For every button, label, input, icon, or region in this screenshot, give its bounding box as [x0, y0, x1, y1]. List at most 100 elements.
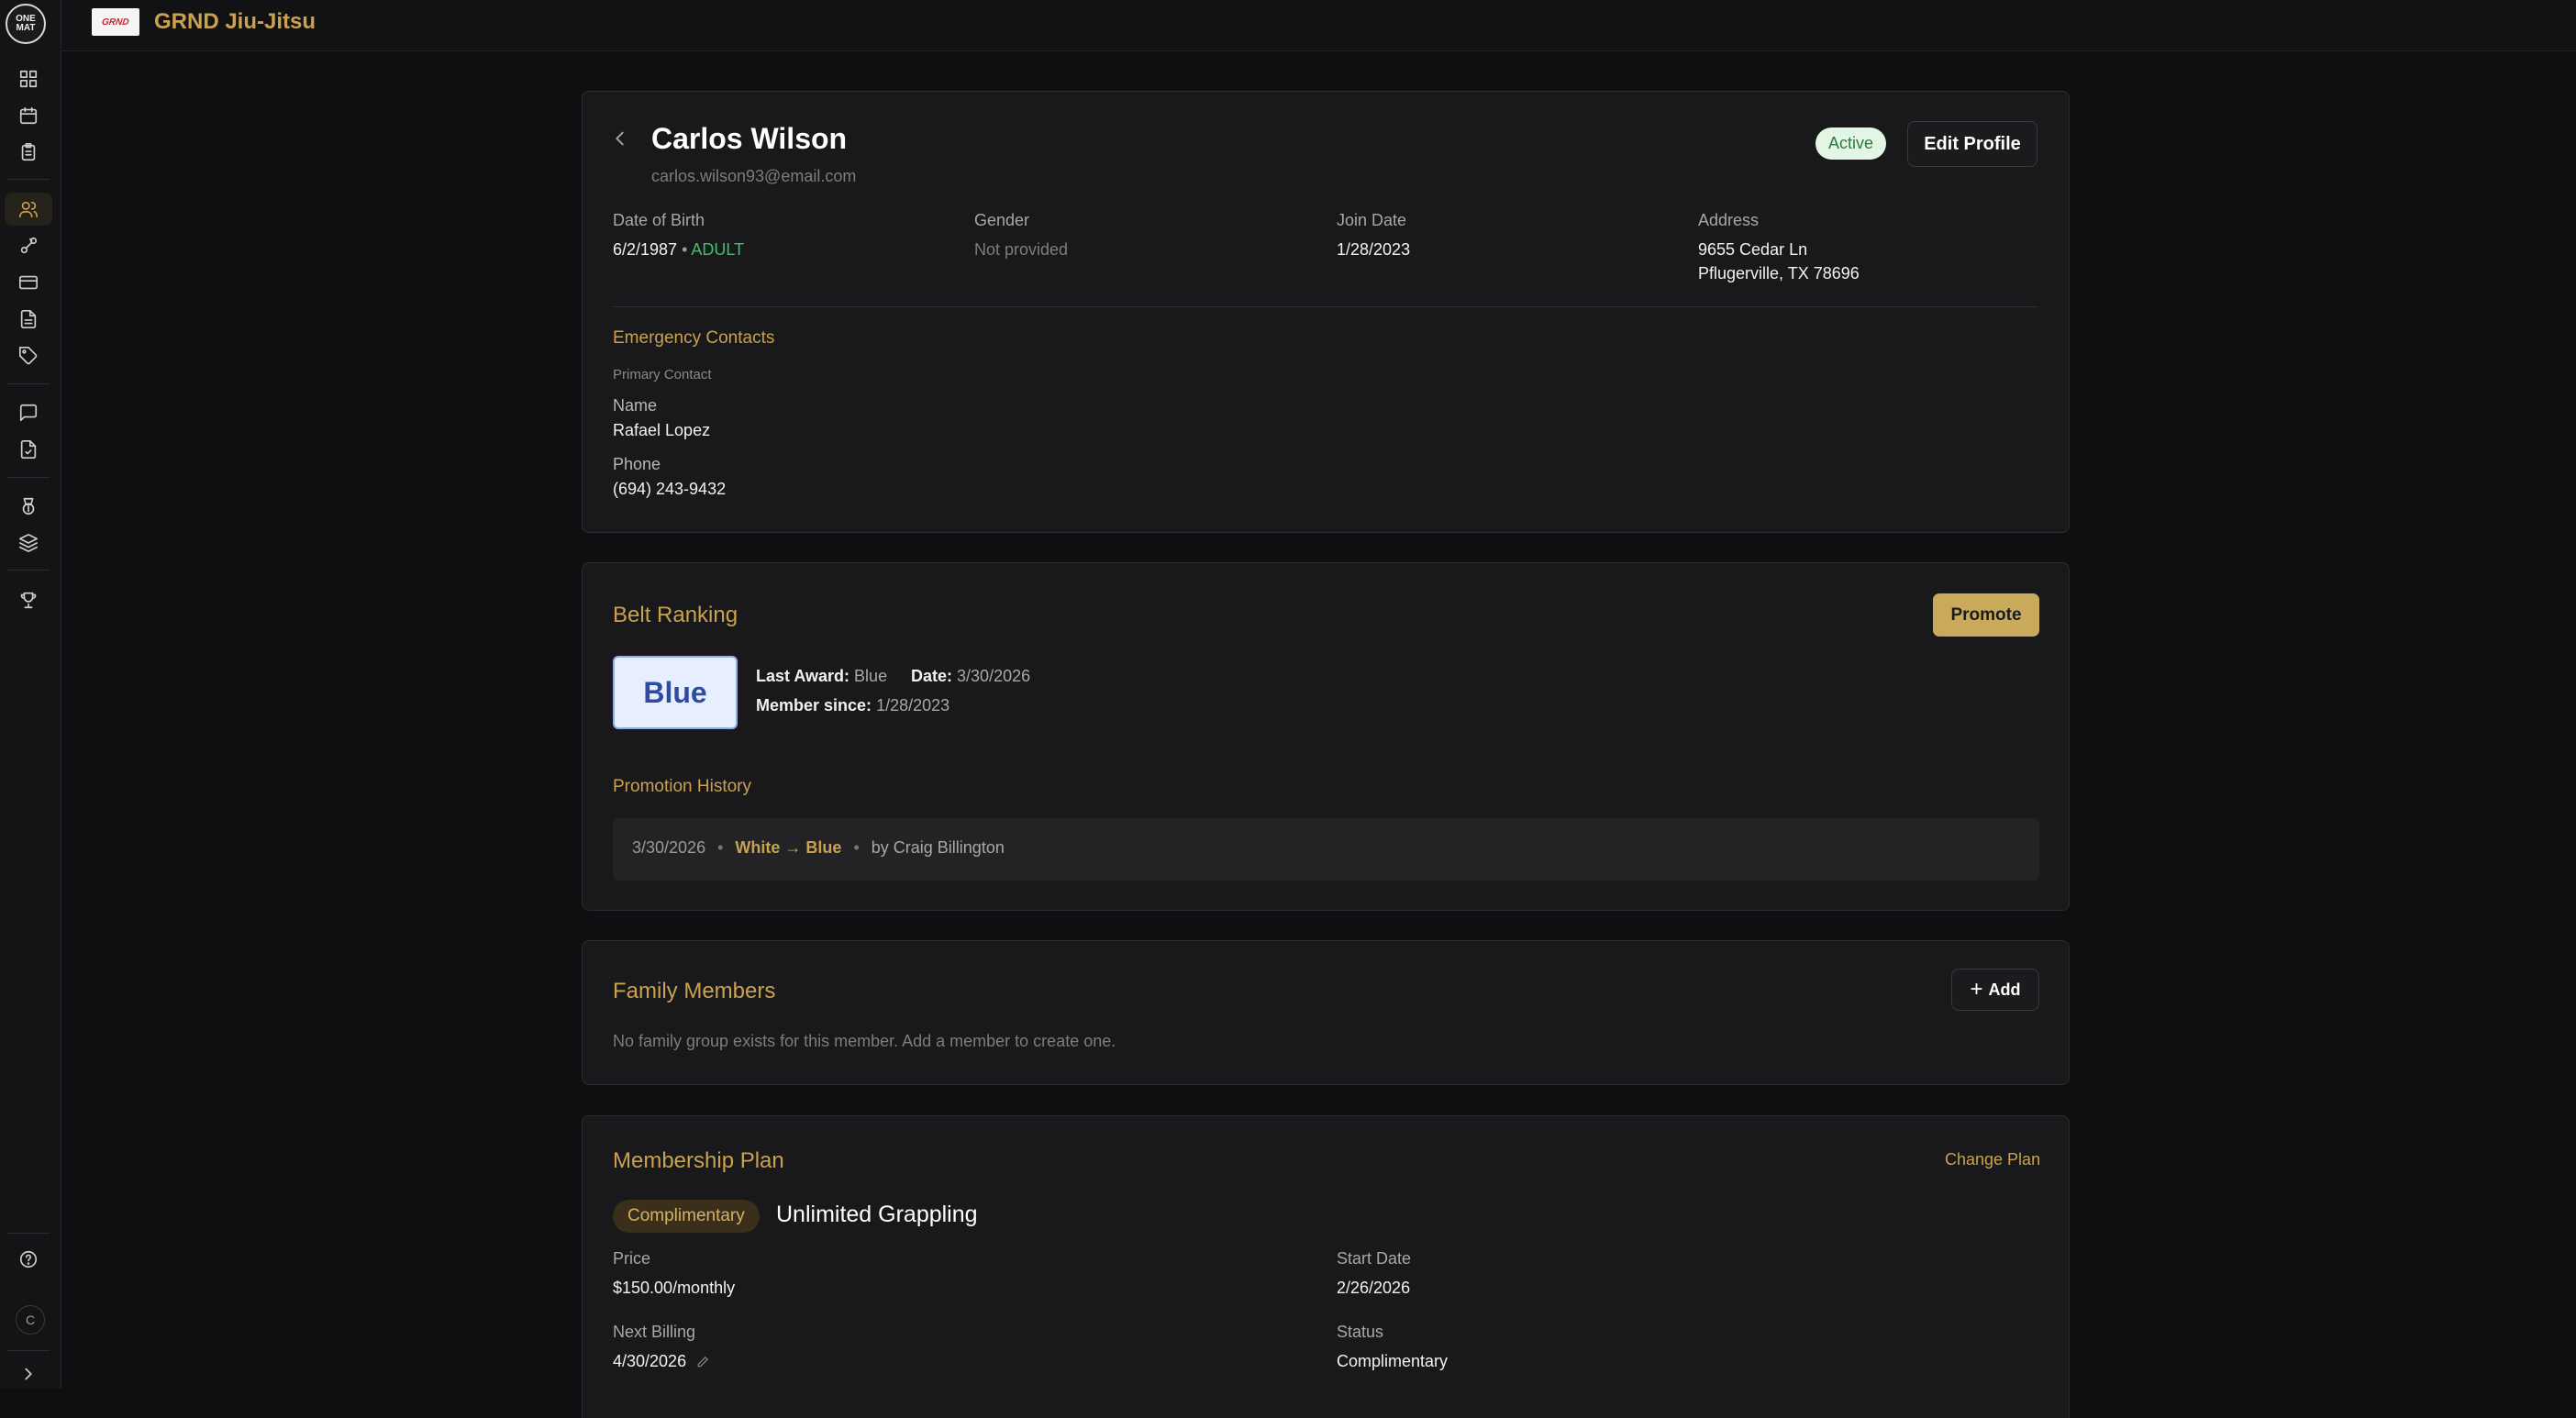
sidebar-item-billing[interactable] [5, 266, 52, 299]
gym-name: GRND Jiu-Jitsu [154, 9, 316, 34]
calendar-icon [19, 106, 38, 125]
family-members-title: Family Members [613, 979, 776, 1003]
promotion-history-row: 3/30/2026 • White → Blue • by Craig Bill… [613, 818, 2039, 881]
address-label: Address [1698, 211, 1760, 229]
history-by: by Craig Billington [871, 838, 1005, 857]
belt-ranking-card: Belt Ranking Promote Blue Last Award: Bl… [582, 562, 2070, 911]
member-since: Member since: 1/28/2023 [756, 696, 949, 715]
back-arrow-icon[interactable] [610, 128, 630, 149]
join-date-label: Join Date [1337, 211, 1407, 229]
award-date-value: 3/30/2026 [957, 667, 1031, 685]
sidebar-item-attendance[interactable] [5, 136, 52, 169]
change-plan-link[interactable]: Change Plan [1945, 1150, 2040, 1169]
current-belt-badge: Blue [613, 656, 738, 729]
price-value: $150.00/monthly [613, 1279, 736, 1297]
status-value: Complimentary [1337, 1352, 1449, 1370]
sidebar-item-leads[interactable] [5, 229, 52, 262]
address-line1: 9655 Cedar Ln [1698, 240, 1808, 259]
dob-date: 6/2/1987 [613, 240, 678, 259]
sidebar-item-calendar[interactable] [5, 99, 52, 132]
sidebar-item-dashboard[interactable] [5, 62, 52, 95]
history-entry: 3/30/2026 • White → Blue • by Craig Bill… [632, 838, 1005, 858]
belt-ranking-title: Belt Ranking [613, 603, 738, 627]
message-icon [19, 404, 38, 422]
history-date: 3/30/2026 [632, 838, 706, 857]
member-since-label: Member since: [756, 696, 872, 715]
history-separator: • [717, 838, 724, 857]
chevron-right-icon [25, 1368, 32, 1380]
sidebar-item-waivers[interactable] [5, 433, 52, 466]
plan-type-badge: Complimentary [613, 1200, 760, 1233]
gym-logo-text: GRND [101, 17, 130, 28]
start-date-value: 2/26/2026 [1337, 1279, 1411, 1297]
top-bar: GRND GRND Jiu-Jitsu [61, 0, 2576, 51]
price-label: Price [613, 1249, 651, 1268]
sidebar-item-competitions[interactable] [5, 583, 52, 616]
sidebar-item-members[interactable] [5, 193, 52, 226]
user-avatar[interactable]: C [16, 1305, 45, 1335]
tag-icon [19, 347, 38, 365]
member-since-value: 1/28/2023 [876, 696, 950, 715]
dob-value: 6/2/1987 • ADULT [613, 240, 744, 260]
dob-separator: • [682, 240, 688, 259]
belt-icon [22, 497, 35, 515]
layers-icon [19, 534, 38, 552]
file-check-icon [20, 440, 37, 459]
sidebar-item-products[interactable] [5, 339, 52, 372]
contact-phone-value: (694) 243-9432 [613, 480, 727, 498]
join-date-value: 1/28/2023 [1337, 240, 1411, 259]
document-icon [20, 310, 37, 328]
promotion-history-title: Promotion History [613, 777, 751, 796]
age-group-badge: ADULT [691, 240, 745, 259]
address-line2: Pflugerville, TX 78696 [1698, 264, 1860, 282]
start-date-label: Start Date [1337, 1249, 1412, 1268]
next-billing-value: 4/30/2026 [613, 1352, 709, 1371]
users-icon [19, 201, 38, 218]
edit-pencil-icon[interactable] [696, 1356, 709, 1368]
card-icon [19, 275, 38, 290]
clipboard-icon [21, 143, 36, 161]
last-award-label: Last Award: [756, 667, 850, 685]
promote-button[interactable]: Promote [1933, 593, 2039, 637]
edit-profile-button[interactable]: Edit Profile [1907, 121, 2037, 167]
history-separator: • [853, 838, 860, 857]
next-billing-label: Next Billing [613, 1323, 696, 1341]
contact-phone-label: Phone [613, 455, 661, 473]
add-family-label: Add [1988, 980, 2021, 999]
contact-name-label: Name [613, 396, 658, 415]
profile-card: Carlos Wilson carlos.wilson93@email.com … [582, 91, 2070, 533]
app-logo[interactable]: ONE MAT [6, 4, 46, 44]
plan-name: Unlimited Grappling [776, 1202, 978, 1227]
member-email: carlos.wilson93@email.com [651, 167, 857, 185]
primary-contact-label: Primary Contact [613, 367, 712, 382]
help-button[interactable] [5, 1243, 52, 1276]
award-date-label: Date: [911, 667, 953, 685]
next-billing-date: 4/30/2026 [613, 1352, 687, 1370]
sidebar-item-curriculum[interactable] [5, 526, 52, 559]
add-family-member-button[interactable]: + Add [1951, 969, 2039, 1011]
plus-icon: + [1970, 977, 1983, 1002]
leads-icon [20, 237, 38, 254]
last-award-value: Blue [854, 667, 888, 685]
sidebar-item-messages[interactable] [5, 396, 52, 429]
sidebar-item-ranks[interactable] [5, 490, 52, 523]
sidebar: ONE MAT C [0, 0, 61, 1389]
sidebar-item-documents[interactable] [5, 303, 52, 336]
dashboard-icon [19, 70, 38, 88]
emergency-contacts-title: Emergency Contacts [613, 328, 775, 348]
family-empty-text: No family group exists for this member. … [613, 1032, 1116, 1050]
family-members-card: Family Members + Add No family group exi… [582, 940, 2070, 1085]
gender-value: Not provided [974, 240, 1069, 259]
membership-plan-title: Membership Plan [613, 1148, 784, 1173]
expand-sidebar-button[interactable] [5, 1357, 52, 1390]
history-change: White → Blue [735, 838, 842, 857]
award-date: Date: 3/30/2026 [911, 667, 1030, 686]
dob-label: Date of Birth [613, 211, 705, 229]
last-award: Last Award: Blue [756, 667, 887, 686]
help-icon [19, 1250, 38, 1268]
gender-label: Gender [974, 211, 1030, 229]
status-badge: Active [1815, 127, 1887, 160]
status-label: Status [1337, 1323, 1384, 1341]
membership-plan-card: Membership Plan Change Plan Complimentar… [582, 1115, 2070, 1418]
member-name: Carlos Wilson [651, 122, 848, 155]
